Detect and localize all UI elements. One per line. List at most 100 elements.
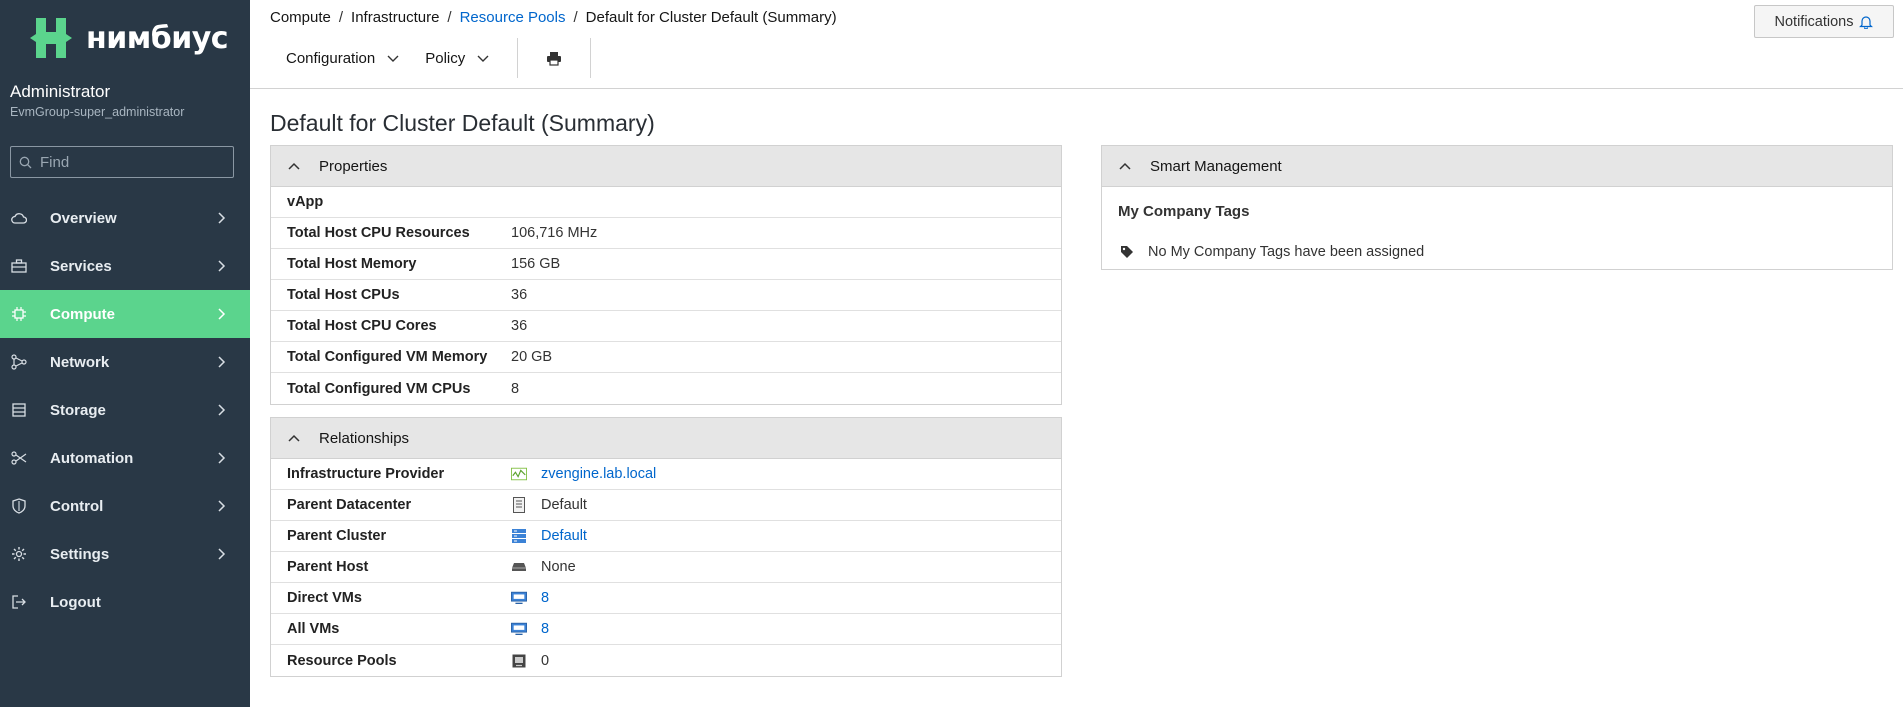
chevron-up-icon	[1119, 162, 1131, 170]
print-button[interactable]	[518, 38, 590, 78]
nav-label: Storage	[50, 401, 106, 419]
chevron-right-icon	[218, 452, 226, 464]
relationships-panel: Relationships Infrastructure Provider zv…	[270, 417, 1062, 677]
nav-item-control[interactable]: Control	[0, 482, 250, 530]
smart-management-panel-header[interactable]: Smart Management	[1102, 146, 1892, 187]
nav-label: Network	[50, 353, 110, 371]
cloud-icon	[10, 209, 28, 227]
print-icon	[547, 51, 562, 66]
network-icon	[10, 353, 28, 371]
search-icon	[19, 156, 32, 168]
configuration-label: Configuration	[286, 49, 376, 67]
all-vms-link[interactable]: 8	[541, 621, 549, 637]
cluster-icon	[511, 528, 527, 544]
search-input[interactable]	[40, 153, 230, 171]
relationship-key: Parent Cluster	[287, 528, 387, 544]
nav-label: Settings	[50, 545, 110, 563]
policy-dropdown[interactable]: Policy	[415, 38, 517, 78]
nav-label: Services	[50, 257, 112, 275]
user-group: EvmGroup-super_administrator	[10, 105, 185, 119]
nav-item-automation[interactable]: Automation	[0, 434, 250, 482]
vm-icon	[511, 590, 527, 606]
property-key: vApp	[287, 194, 324, 210]
property-key: Total Configured VM Memory	[287, 349, 488, 365]
gear-icon	[10, 545, 28, 563]
chevron-right-icon	[218, 260, 226, 272]
policy-label: Policy	[425, 49, 466, 67]
notifications-button[interactable]: Notifications	[1754, 5, 1894, 38]
logout-icon	[10, 593, 28, 611]
sidebar: нимбиус Administrator EvmGroup-super_adm…	[0, 0, 250, 707]
resource-pool-icon	[511, 653, 527, 669]
chevron-right-icon	[218, 212, 226, 224]
chevron-right-icon	[218, 548, 226, 560]
nav-item-compute[interactable]: Compute	[0, 290, 250, 338]
no-tags-message: No My Company Tags have been assigned	[1102, 220, 1892, 260]
breadcrumb-item-infrastructure: Infrastructure	[351, 9, 440, 26]
relationship-key: Resource Pools	[287, 652, 397, 669]
company-tags-heading: My Company Tags	[1118, 203, 1250, 220]
property-key: Total Host CPU Resources	[287, 225, 470, 241]
property-row: Total Configured VM Memory 20 GB	[271, 342, 1061, 373]
nav-item-logout[interactable]: Logout	[0, 578, 250, 626]
breadcrumb-separator: /	[573, 9, 578, 26]
relationship-key: All VMs	[287, 621, 340, 637]
properties-panel: Properties vApp Total Host CPU Resources…	[270, 145, 1062, 405]
smart-management-panel: Smart Management My Company Tags No My C…	[1101, 145, 1893, 270]
chevron-up-icon	[288, 162, 300, 170]
notifications-label: Notifications	[1774, 13, 1854, 30]
panel-title: Properties	[319, 157, 388, 175]
page-title: Default for Cluster Default (Summary)	[270, 110, 655, 136]
nav-label: Compute	[50, 305, 115, 323]
relationship-row: Direct VMs 8	[271, 583, 1061, 614]
nav-item-overview[interactable]: Overview	[0, 194, 250, 242]
configuration-dropdown[interactable]: Configuration	[270, 38, 415, 78]
nav-item-network[interactable]: Network	[0, 338, 250, 386]
nav-label: Control	[50, 497, 104, 515]
chevron-up-icon	[288, 434, 300, 442]
nav-item-storage[interactable]: Storage	[0, 386, 250, 434]
property-row: Total Host CPU Resources 106,716 MHz	[271, 218, 1061, 249]
nav-label: Logout	[50, 593, 101, 611]
property-row: Total Configured VM CPUs 8	[271, 373, 1061, 404]
provider-icon	[511, 466, 527, 482]
property-key: Total Host Memory	[287, 256, 417, 272]
panel-title: Relationships	[319, 429, 410, 447]
datacenter-icon	[511, 497, 527, 513]
nav-item-settings[interactable]: Settings	[0, 530, 250, 578]
relationship-row: Parent Cluster Default	[271, 521, 1061, 552]
property-value: 156 GB	[511, 256, 561, 272]
relationships-panel-header[interactable]: Relationships	[271, 418, 1061, 459]
nav-menu: Overview Services Compute Network Storag…	[0, 194, 250, 626]
nav-label: Overview	[50, 209, 117, 227]
property-row: vApp	[271, 187, 1061, 218]
breadcrumb: Compute / Infrastructure / Resource Pool…	[270, 9, 837, 26]
parent-datacenter-value: Default	[541, 497, 587, 513]
database-icon	[10, 401, 28, 419]
property-row: Total Host CPUs 36	[271, 280, 1061, 311]
relationship-row: Parent Datacenter Default	[271, 490, 1061, 521]
header-divider	[250, 88, 1903, 89]
nav-item-services[interactable]: Services	[0, 242, 250, 290]
chevron-down-icon	[387, 55, 399, 62]
property-row: Total Host Memory 156 GB	[271, 249, 1061, 280]
direct-vms-link[interactable]: 8	[541, 590, 549, 606]
relationship-key: Parent Datacenter	[287, 497, 412, 513]
breadcrumb-separator: /	[447, 9, 452, 26]
logo-mark-icon	[30, 18, 72, 58]
relationship-row: All VMs 8	[271, 614, 1061, 645]
properties-panel-header[interactable]: Properties	[271, 146, 1061, 187]
parent-cluster-link[interactable]: Default	[541, 528, 587, 544]
user-name[interactable]: Administrator	[10, 82, 110, 102]
breadcrumb-link-resource-pools[interactable]: Resource Pools	[460, 9, 566, 26]
breadcrumb-separator: /	[338, 9, 344, 26]
relationship-row: Infrastructure Provider zvengine.lab.loc…	[271, 459, 1061, 490]
brand-logo[interactable]: нимбиус	[28, 16, 229, 60]
vm-icon	[511, 621, 527, 637]
tag-icon	[1121, 246, 1133, 258]
resource-pools-value: 0	[541, 652, 550, 669]
toolbar: Configuration Policy	[270, 38, 592, 78]
property-value: 8	[511, 380, 520, 397]
provider-link[interactable]: zvengine.lab.local	[541, 466, 656, 482]
host-icon	[511, 559, 527, 575]
